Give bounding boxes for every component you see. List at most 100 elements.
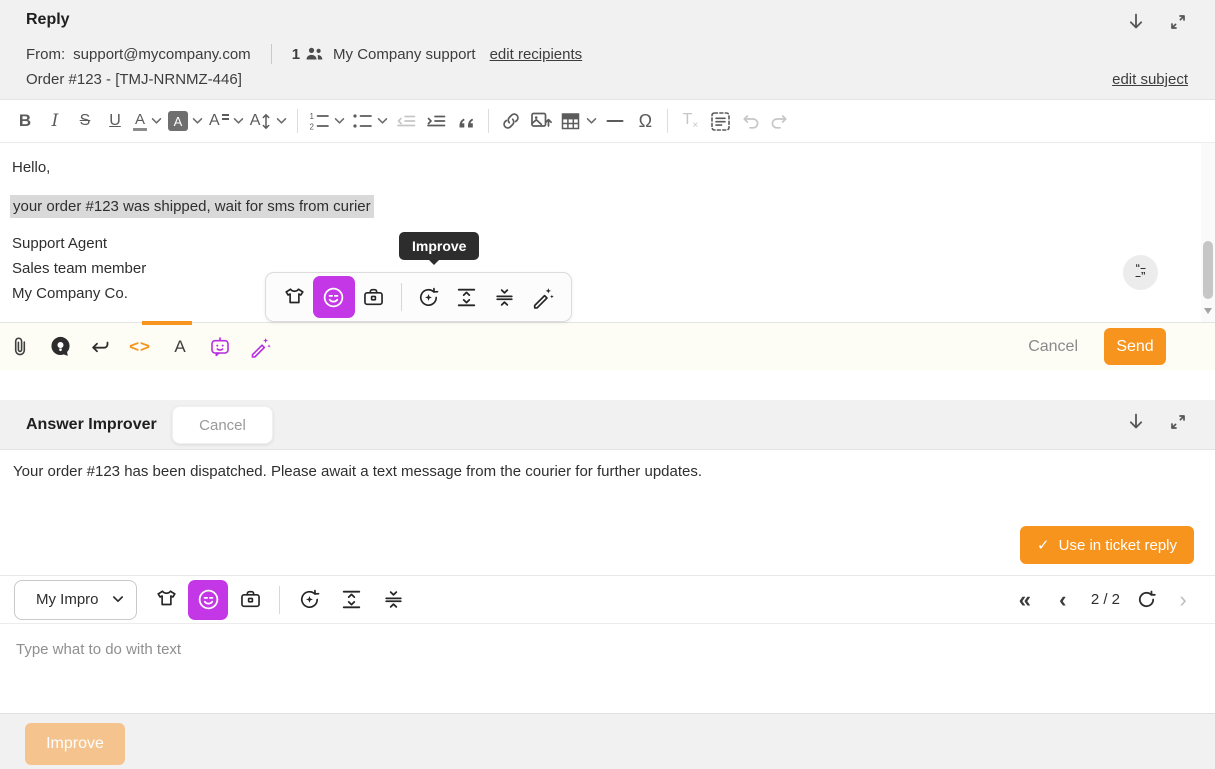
send-button[interactable]: Send	[1104, 328, 1166, 365]
first-result-button[interactable]: «	[1013, 586, 1037, 614]
page-indicator: 2 / 2	[1091, 591, 1120, 608]
improver-result-text: Your order #123 has been dispatched. Ple…	[13, 463, 702, 480]
attachment-paperclip-icon[interactable]	[3, 327, 37, 367]
svg-text:2: 2	[310, 123, 315, 132]
preset-dropdown[interactable]: My Impro	[14, 580, 137, 620]
regenerate-icon[interactable]	[1136, 589, 1157, 610]
svg-text:1: 1	[310, 112, 315, 121]
redo-button[interactable]	[765, 103, 795, 139]
edit-subject-link[interactable]: edit subject	[1112, 71, 1188, 88]
special-characters-button[interactable]: Ω	[630, 103, 660, 139]
insert-reply-arrow-icon[interactable]	[83, 327, 117, 367]
friendly-tone-smiley-icon[interactable]	[313, 276, 355, 318]
bg-color-button[interactable]: A	[165, 103, 206, 139]
improve-icon[interactable]	[410, 276, 448, 318]
extend-text-icon[interactable]	[331, 579, 371, 621]
blockquote-button[interactable]	[451, 103, 481, 139]
chevron-down-icon	[112, 595, 124, 604]
subject-text: Order #123 - [TMJ-NRNMZ-446]	[26, 71, 242, 88]
shorten-text-icon[interactable]	[373, 579, 413, 621]
bullet-list-button[interactable]	[348, 103, 391, 139]
expand-icon[interactable]	[1165, 409, 1191, 435]
source-code-button[interactable]: <>	[123, 327, 157, 367]
richtext-toolbar: B I S U A A A A 12	[0, 100, 1215, 143]
toolbar-separator	[488, 109, 489, 133]
next-result-button[interactable]: ›	[1171, 586, 1195, 614]
answer-improver-title: Answer Improver	[26, 416, 157, 434]
professional-tone-briefcase-icon[interactable]	[355, 276, 393, 318]
chevron-down-icon	[586, 117, 597, 125]
prev-result-button[interactable]: ‹	[1051, 586, 1075, 614]
strikethrough-button[interactable]: S	[70, 103, 100, 139]
friendly-tone-smiley-icon[interactable]	[188, 580, 228, 620]
from-email: support@mycompany.com	[73, 46, 251, 63]
from-row: From: support@mycompany.com 1 My Company…	[26, 44, 582, 64]
italic-button[interactable]: I	[40, 103, 70, 139]
expand-icon[interactable]	[1165, 9, 1191, 35]
editor-signature-line: Sales team member	[12, 260, 146, 277]
reply-title: Reply	[26, 11, 70, 29]
insert-image-icon[interactable]	[526, 103, 556, 139]
improve-icon[interactable]	[289, 579, 329, 621]
underline-button[interactable]: U	[100, 103, 130, 139]
indent-button[interactable]	[421, 103, 451, 139]
use-in-ticket-reply-button[interactable]: ✓ Use in ticket reply	[1020, 526, 1194, 564]
professional-tone-briefcase-icon[interactable]	[230, 579, 270, 621]
ai-chatbot-icon[interactable]	[203, 327, 237, 367]
casual-tone-tshirt-icon[interactable]	[146, 579, 186, 621]
recipients-count: 1	[292, 46, 300, 63]
prompt-input[interactable]	[0, 624, 1215, 713]
plain-text-button[interactable]: A	[163, 327, 197, 367]
font-family-button[interactable]: A	[206, 103, 247, 139]
active-tab-indicator	[142, 321, 192, 325]
preset-dropdown-value: My Impro	[36, 591, 99, 608]
chevron-down-icon	[192, 117, 203, 125]
improver-footer: Improve	[0, 713, 1215, 769]
toolbar-separator	[279, 586, 280, 614]
suggestion-bubble-icon[interactable]	[43, 327, 77, 367]
font-color-button[interactable]: A	[130, 103, 165, 139]
improver-result-area: Your order #123 has been dispatched. Ple…	[0, 450, 1215, 575]
check-icon: ✓	[1037, 536, 1050, 554]
scrollbar-thumb[interactable]	[1203, 241, 1213, 299]
insert-table-button[interactable]	[556, 103, 600, 139]
toolbar-separator	[297, 109, 298, 133]
divider	[271, 44, 272, 64]
chevron-down-icon	[377, 117, 388, 125]
app-window: Reply From: support@mycompany.com 1 My C…	[0, 0, 1215, 769]
editor-greeting: Hello,	[12, 159, 50, 176]
bold-button[interactable]: B	[10, 103, 40, 139]
undo-button[interactable]	[735, 103, 765, 139]
scrollbar-down-arrow[interactable]	[1204, 308, 1212, 318]
edit-recipients-link[interactable]: edit recipients	[490, 46, 583, 63]
collapse-down-icon[interactable]	[1123, 9, 1149, 35]
select-all-button[interactable]	[705, 103, 735, 139]
reply-panel-header: Reply From: support@mycompany.com 1 My C…	[0, 0, 1215, 100]
remove-format-button[interactable]: T×	[675, 103, 705, 139]
toolbar-separator	[401, 283, 402, 311]
reply-footer-toolbar: <> A Cancel Send	[0, 322, 1215, 370]
outdent-button[interactable]	[391, 103, 421, 139]
editor-signature-line: My Company Co.	[12, 285, 128, 302]
improver-toolbar: My Impro « ‹ 2 / 2 ›	[0, 575, 1215, 623]
font-size-button[interactable]: A	[247, 103, 291, 139]
collapse-down-icon[interactable]	[1123, 409, 1149, 435]
recipients-name: My Company support	[333, 46, 476, 63]
magic-pencil-icon[interactable]	[524, 276, 562, 318]
answer-improver-header: Answer Improver Cancel	[0, 400, 1215, 450]
shorten-text-icon[interactable]	[486, 276, 524, 318]
cancel-reply-button[interactable]: Cancel	[1028, 338, 1078, 356]
link-button[interactable]	[496, 103, 526, 139]
ai-magic-pencil-icon[interactable]	[243, 327, 277, 367]
editor-scrollbar[interactable]	[1201, 143, 1215, 322]
casual-tone-tshirt-icon[interactable]	[275, 276, 313, 318]
canned-responses-button[interactable]: “– –”	[1123, 255, 1158, 290]
extend-text-icon[interactable]	[448, 276, 486, 318]
improve-button[interactable]: Improve	[25, 723, 125, 765]
horizontal-line-button[interactable]	[600, 103, 630, 139]
numbered-list-button[interactable]: 12	[305, 103, 348, 139]
editor-selected-text: your order #123 was shipped, wait for sm…	[10, 195, 374, 218]
improve-tooltip: Improve	[399, 232, 479, 260]
reply-editor[interactable]: Hello, your order #123 was shipped, wait…	[0, 143, 1215, 322]
improver-cancel-button[interactable]: Cancel	[172, 406, 273, 444]
